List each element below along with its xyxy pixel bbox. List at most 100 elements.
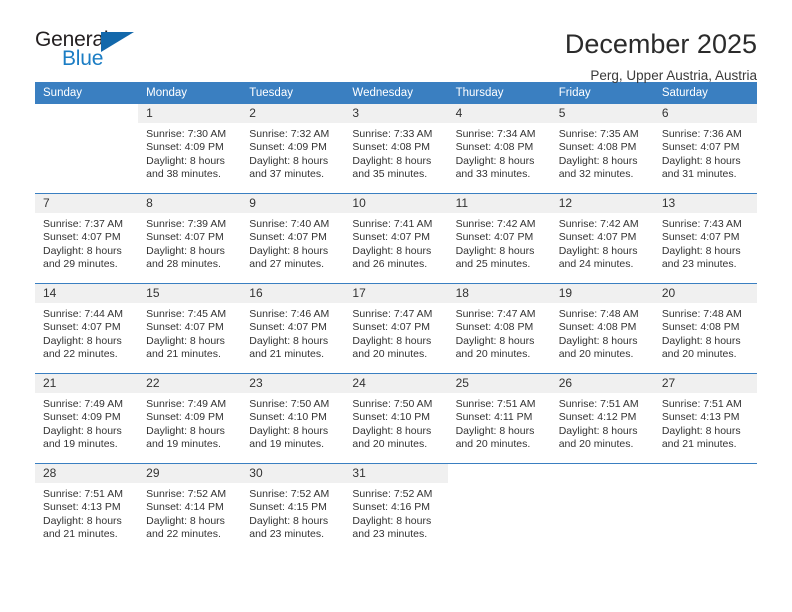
calendar-day-cell[interactable]: 22 Sunrise: 7:49 AM Sunset: 4:09 PM Dayligh… (138, 373, 242, 464)
calendar-day-cell[interactable]: 4 Sunrise: 7:34 AM Sunset: 4:08 PM Daylight… (447, 104, 551, 194)
day-details: Sunrise: 7:47 AM Sunset: 4:07 PM Daylight:… (344, 303, 447, 362)
day-detail-line: Daylight: 8 hours (352, 154, 432, 167)
calendar-day-cell[interactable]: 3 Sunrise: 7:33 AM Sunset: 4:08 PM Daylight… (344, 104, 448, 194)
day-detail-line: Sunset: 4:08 PM (352, 141, 431, 154)
calendar-day-cell[interactable]: 5 Sunrise: 7:35 AM Sunset: 4:08 PM Daylight… (550, 104, 654, 194)
day-detail-line: Sunrise: 7:48 AM (661, 308, 742, 320)
day-detail-line: Sunrise: 7:44 AM (43, 308, 123, 320)
calendar-day-cell[interactable]: 31 Sunrise: 7:52 AM Sunset: 4:16 PM Dayligh… (344, 463, 448, 553)
day-cell-inner (551, 464, 654, 553)
day-detail-line: Sunrise: 7:42 AM (558, 218, 639, 230)
day-detail-line: Daylight: 8 hours (146, 514, 225, 527)
day-detail-line: Sunset: 4:07 PM (661, 231, 740, 244)
day-detail-line: Sunrise: 7:49 AM (146, 398, 227, 410)
day-number: 10 (344, 194, 448, 213)
day-cell-inner: 2 Sunrise: 7:32 AM Sunset: 4:09 PM Daylight… (241, 104, 345, 193)
day-cell-inner: 22 Sunrise: 7:49 AM Sunset: 4:09 PM Dayligh… (138, 374, 242, 463)
day-cell-inner: 9 Sunrise: 7:40 AM Sunset: 4:07 PM Daylight… (241, 194, 345, 283)
day-number (448, 464, 551, 483)
day-detail-line: Daylight: 8 hours (352, 244, 432, 257)
day-number (35, 104, 138, 123)
calendar-day-cell[interactable]: 7 Sunrise: 7:37 AM Sunset: 4:07 PM Daylight… (35, 193, 139, 284)
calendar-week-row: 14 Sunrise: 7:44 AM Sunset: 4:07 PM Dayligh… (35, 283, 757, 374)
day-detail-line: Daylight: 8 hours (558, 244, 638, 257)
calendar-day-cell[interactable]: 26 Sunrise: 7:51 AM Sunset: 4:12 PM Dayligh… (550, 373, 654, 464)
day-detail-line: Sunset: 4:10 PM (352, 411, 431, 424)
day-detail-line: and 19 minutes. (146, 438, 221, 451)
day-detail-line: Sunrise: 7:33 AM (352, 128, 433, 140)
day-details: Sunrise: 7:52 AM Sunset: 4:15 PM Daylight:… (241, 483, 344, 542)
day-detail-line: Sunset: 4:07 PM (352, 321, 431, 334)
day-number: 28 (35, 464, 139, 483)
calendar-day-cell[interactable]: 28 Sunrise: 7:51 AM Sunset: 4:13 PM Dayligh… (35, 463, 139, 553)
calendar-day-cell[interactable]: 23 Sunrise: 7:50 AM Sunset: 4:10 PM Dayligh… (241, 373, 345, 464)
day-number (654, 464, 757, 483)
day-number: 15 (138, 284, 242, 303)
calendar-day-cell (653, 463, 757, 553)
calendar-day-cell[interactable]: 13 Sunrise: 7:43 AM Sunset: 4:07 PM Dayligh… (653, 193, 757, 284)
calendar-week-row: 7 Sunrise: 7:37 AM Sunset: 4:07 PM Daylight… (35, 193, 757, 284)
calendar-day-cell[interactable]: 30 Sunrise: 7:52 AM Sunset: 4:15 PM Dayligh… (241, 463, 345, 553)
day-cell-inner: 31 Sunrise: 7:52 AM Sunset: 4:16 PM Dayligh… (344, 464, 448, 553)
day-detail-line: Sunset: 4:11 PM (455, 411, 533, 424)
day-detail-line: and 26 minutes. (352, 258, 428, 271)
day-number: 12 (550, 194, 654, 213)
calendar-page: General Blue December 2025 Perg, Upper A… (0, 0, 792, 612)
calendar-day-cell[interactable]: 10 Sunrise: 7:41 AM Sunset: 4:07 PM Dayligh… (344, 193, 448, 284)
day-detail-line: Sunset: 4:07 PM (146, 231, 224, 244)
day-number: 25 (447, 374, 551, 393)
day-detail-line: Daylight: 8 hours (455, 154, 535, 167)
day-detail-line: Sunrise: 7:40 AM (249, 218, 330, 230)
calendar-day-cell[interactable]: 12 Sunrise: 7:42 AM Sunset: 4:07 PM Dayligh… (550, 193, 654, 284)
day-cell-inner: 20 Sunrise: 7:48 AM Sunset: 4:08 PM Dayligh… (653, 284, 757, 373)
calendar-week-row: 21 Sunrise: 7:49 AM Sunset: 4:09 PM Dayligh… (35, 373, 757, 464)
calendar-day-cell[interactable]: 8 Sunrise: 7:39 AM Sunset: 4:07 PM Daylight… (138, 193, 242, 284)
calendar-day-cell[interactable]: 25 Sunrise: 7:51 AM Sunset: 4:11 PM Dayligh… (447, 373, 551, 464)
day-cell-inner (654, 464, 757, 553)
day-detail-line: and 21 minutes. (43, 528, 118, 541)
day-detail-line: Daylight: 8 hours (661, 424, 741, 437)
day-cell-inner: 13 Sunrise: 7:43 AM Sunset: 4:07 PM Dayligh… (653, 194, 757, 283)
day-number: 2 (241, 104, 345, 123)
day-detail-line: Daylight: 8 hours (43, 514, 122, 527)
day-detail-line: and 38 minutes. (146, 168, 221, 181)
calendar-day-cell[interactable]: 21 Sunrise: 7:49 AM Sunset: 4:09 PM Dayligh… (35, 373, 139, 464)
day-detail-line: Daylight: 8 hours (352, 514, 432, 527)
day-number: 18 (447, 284, 551, 303)
day-detail-line: Sunrise: 7:52 AM (146, 488, 227, 500)
calendar-day-cell[interactable]: 11 Sunrise: 7:42 AM Sunset: 4:07 PM Dayligh… (447, 193, 551, 284)
day-cell-inner: 3 Sunrise: 7:33 AM Sunset: 4:08 PM Daylight… (344, 104, 448, 193)
day-cell-inner: 12 Sunrise: 7:42 AM Sunset: 4:07 PM Dayligh… (550, 194, 654, 283)
day-detail-line: Daylight: 8 hours (43, 424, 122, 437)
calendar-day-cell[interactable]: 17 Sunrise: 7:47 AM Sunset: 4:07 PM Dayligh… (344, 283, 448, 374)
day-detail-line: Daylight: 8 hours (249, 244, 329, 257)
calendar-day-cell[interactable]: 9 Sunrise: 7:40 AM Sunset: 4:07 PM Daylight… (241, 193, 345, 284)
calendar-day-cell[interactable]: 27 Sunrise: 7:51 AM Sunset: 4:13 PM Dayligh… (653, 373, 757, 464)
day-detail-line: Daylight: 8 hours (455, 334, 535, 347)
day-detail-line: and 23 minutes. (352, 528, 428, 541)
calendar-day-cell[interactable]: 18 Sunrise: 7:47 AM Sunset: 4:08 PM Dayligh… (447, 283, 551, 374)
calendar-day-cell[interactable]: 19 Sunrise: 7:48 AM Sunset: 4:08 PM Dayligh… (550, 283, 654, 374)
day-detail-line: and 21 minutes. (146, 348, 221, 361)
day-detail-line: and 27 minutes. (249, 258, 324, 271)
day-details: Sunrise: 7:34 AM Sunset: 4:08 PM Daylight:… (448, 123, 551, 182)
day-cell-inner: 28 Sunrise: 7:51 AM Sunset: 4:13 PM Dayligh… (35, 464, 139, 553)
day-detail-line: and 31 minutes. (661, 168, 737, 181)
calendar-day-cell[interactable]: 20 Sunrise: 7:48 AM Sunset: 4:08 PM Dayligh… (653, 283, 757, 374)
day-detail-line: Daylight: 8 hours (455, 424, 535, 437)
calendar-day-cell[interactable]: 24 Sunrise: 7:50 AM Sunset: 4:10 PM Dayligh… (344, 373, 448, 464)
day-detail-line: Sunset: 4:14 PM (146, 501, 224, 514)
calendar-day-cell[interactable]: 14 Sunrise: 7:44 AM Sunset: 4:07 PM Dayligh… (35, 283, 139, 374)
day-details: Sunrise: 7:48 AM Sunset: 4:08 PM Daylight:… (551, 303, 654, 362)
calendar-day-cell (35, 104, 138, 194)
calendar-day-cell[interactable]: 6 Sunrise: 7:36 AM Sunset: 4:07 PM Daylight… (653, 104, 757, 194)
calendar-day-cell[interactable]: 1 Sunrise: 7:30 AM Sunset: 4:09 PM Daylight… (138, 104, 242, 194)
day-cell-inner: 16 Sunrise: 7:46 AM Sunset: 4:07 PM Dayligh… (241, 284, 345, 373)
day-details: Sunrise: 7:41 AM Sunset: 4:07 PM Daylight:… (344, 213, 447, 272)
day-detail-line: Sunrise: 7:52 AM (352, 488, 433, 500)
calendar-day-cell[interactable]: 15 Sunrise: 7:45 AM Sunset: 4:07 PM Dayligh… (138, 283, 242, 374)
calendar-day-cell[interactable]: 16 Sunrise: 7:46 AM Sunset: 4:07 PM Dayligh… (241, 283, 345, 374)
day-details: Sunrise: 7:35 AM Sunset: 4:08 PM Daylight:… (551, 123, 654, 182)
calendar-day-cell[interactable]: 2 Sunrise: 7:32 AM Sunset: 4:09 PM Daylight… (241, 104, 345, 194)
calendar-day-cell[interactable]: 29 Sunrise: 7:52 AM Sunset: 4:14 PM Dayligh… (138, 463, 242, 553)
